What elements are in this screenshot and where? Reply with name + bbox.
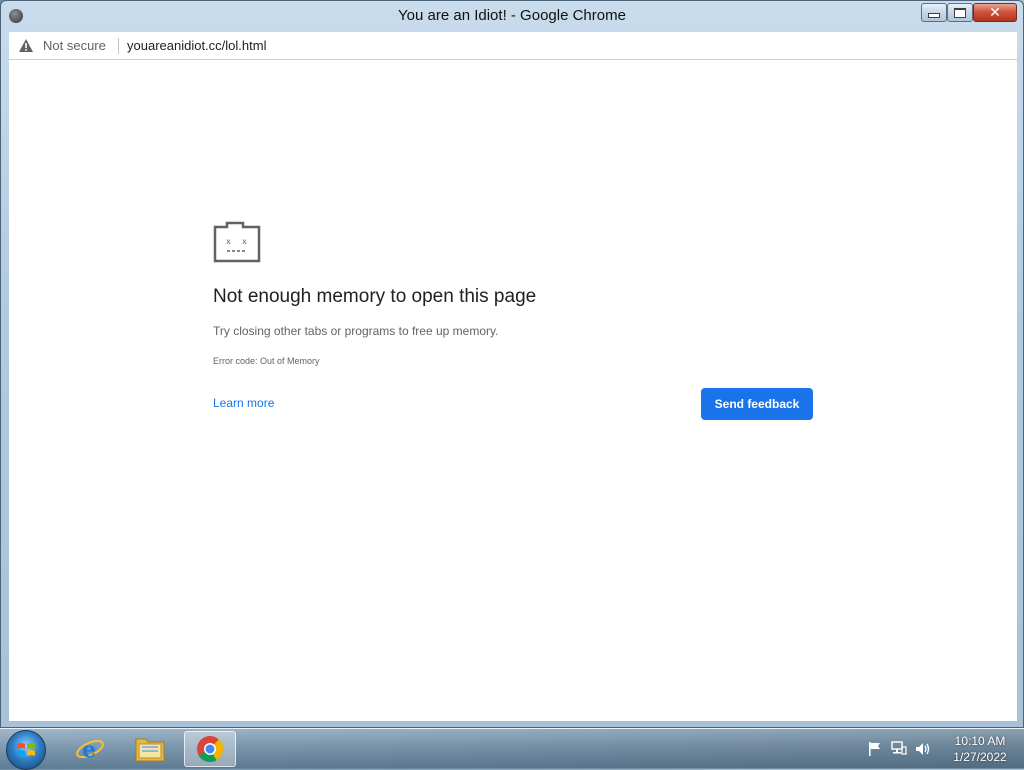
close-button[interactable]: ✕ [973,3,1017,22]
action-center-flag-icon[interactable] [867,741,883,757]
window-title: You are an Idiot! - Google Chrome [398,7,626,24]
svg-text:x: x [242,237,247,246]
warning-icon[interactable] [19,39,33,52]
clock-time: 10:10 AM [954,734,1006,748]
error-code: Error code: Out of Memory [213,356,320,366]
taskbar-internet-explorer[interactable]: e [62,731,118,767]
title-bar[interactable]: You are an Idiot! - Google Chrome ✕ [1,1,1023,31]
error-message: Try closing other tabs or programs to fr… [213,324,499,338]
url-field[interactable]: youareanidiot.cc/lol.html [127,38,266,53]
start-button[interactable] [6,730,46,770]
send-feedback-button[interactable]: Send feedback [701,388,813,420]
network-icon[interactable] [891,741,907,757]
maximize-icon [954,7,966,18]
system-tray: 10:10 AM 1/27/2022 [860,729,1024,769]
taskbar-file-explorer[interactable] [122,731,178,767]
windows-start-icon [17,743,35,756]
page-content: x x Not enough memory to open this page … [9,60,1017,721]
volume-icon[interactable] [915,741,931,757]
security-label[interactable]: Not secure [43,38,106,53]
taskbar-chrome[interactable] [184,731,236,767]
internet-explorer-icon: e [76,737,104,763]
maximize-button[interactable] [947,3,973,22]
taskbar: e 10:10 AM 1/27/2022 [0,728,1024,770]
url-divider [118,38,119,54]
chrome-window: You are an Idiot! - Google Chrome ✕ Not … [0,0,1024,728]
minimize-button[interactable] [921,3,947,22]
close-icon: ✕ [989,4,1001,21]
clock[interactable]: 10:10 AM 1/27/2022 [940,733,1020,765]
minimize-icon [928,13,940,18]
chrome-icon [197,736,224,763]
error-title: Not enough memory to open this page [213,286,537,307]
svg-text:e: e [82,737,96,763]
svg-text:x: x [226,237,231,246]
address-bar[interactable]: Not secure youareanidiot.cc/lol.html [9,32,1017,60]
clock-date: 1/27/2022 [953,750,1007,764]
sad-tab-icon: x x [213,221,261,263]
learn-more-link[interactable]: Learn more [213,396,274,410]
file-explorer-icon [135,738,165,762]
